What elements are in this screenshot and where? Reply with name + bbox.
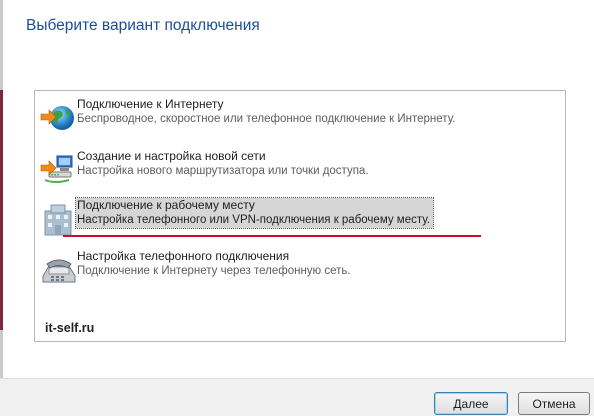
- dialog-footer: Далее Отмена: [0, 378, 594, 416]
- option-new-network[interactable]: Создание и настройка новой сети Настройк…: [37, 149, 557, 193]
- cancel-button[interactable]: Отмена: [518, 392, 590, 415]
- option-internet[interactable]: Подключение к Интернету Беспроводное, ск…: [37, 97, 557, 141]
- watermark: it-self.ru: [45, 321, 95, 335]
- option-title: Настройка телефонного подключения: [77, 249, 290, 263]
- option-title: Подключение к рабочему месту: [77, 198, 255, 212]
- workplace-building-icon: [39, 201, 77, 237]
- option-description: Подключение к Интернету через телефонную…: [77, 265, 351, 277]
- option-description: Настройка телефонного или VPN-подключени…: [77, 214, 431, 226]
- next-button[interactable]: Далее: [434, 392, 508, 415]
- option-title: Подключение к Интернету: [77, 97, 224, 111]
- window-edge-accent: [0, 90, 3, 330]
- window-left-edge: [0, 0, 3, 416]
- phone-modem-icon: [39, 252, 77, 288]
- highlight-underline: [63, 235, 481, 237]
- option-description: Беспроводное, скоростное или телефонное …: [77, 113, 456, 125]
- connection-option-list: Подключение к Интернету Беспроводное, ск…: [34, 90, 566, 342]
- globe-internet-icon: [39, 100, 77, 136]
- option-dialup[interactable]: Настройка телефонного подключения Подклю…: [37, 249, 557, 293]
- dialog-title: Выберите вариант подключения: [26, 17, 260, 34]
- option-title: Создание и настройка новой сети: [77, 149, 266, 163]
- network-setup-icon: [39, 152, 77, 188]
- option-description: Настройка нового маршрутизатора или точк…: [77, 165, 369, 177]
